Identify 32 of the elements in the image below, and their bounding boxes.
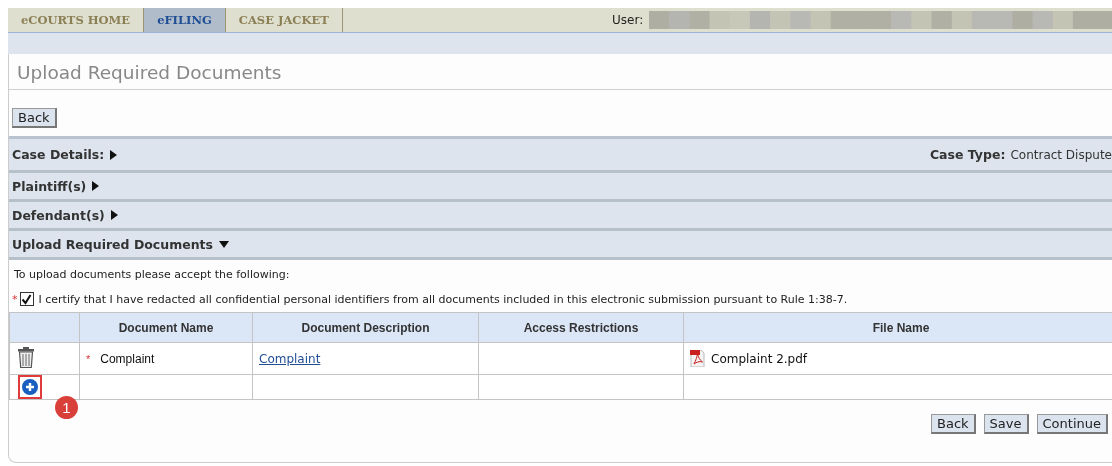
section-title[interactable]: Plaintiff(s) (12, 178, 87, 194)
section-title[interactable]: Case Details: (12, 147, 105, 162)
back-button[interactable]: Back (931, 414, 976, 434)
user-label: User: (612, 13, 644, 27)
description-link[interactable]: Complaint (259, 351, 321, 366)
case-type-label: Case Type: (929, 147, 1006, 162)
collapsed-caret-icon (110, 210, 118, 220)
collapsed-caret-icon (92, 181, 100, 191)
column-header: Document Name (79, 312, 253, 343)
collapsed-caret-icon (110, 149, 118, 160)
callout-badge: 1 (55, 396, 78, 419)
required-mark: * (86, 352, 91, 365)
pdf-file-icon (690, 350, 705, 367)
case-type-value: Contract Dispute (1010, 147, 1112, 162)
back-button[interactable]: Back (12, 108, 57, 128)
document-name: Complaint (100, 351, 155, 366)
certify-checkbox[interactable] (19, 292, 34, 306)
save-button[interactable]: Save (983, 414, 1029, 434)
section-title[interactable]: Upload Required Documents (12, 236, 213, 252)
section-title[interactable]: Defendant(s) (12, 207, 105, 223)
nav-tab[interactable]: eFILING (144, 8, 226, 32)
column-header: File Name (683, 312, 1112, 343)
page-title: Upload Required Documents (9, 54, 1112, 90)
trash-icon[interactable] (18, 346, 34, 368)
expanded-caret-icon (219, 240, 229, 248)
certification-text: I certify that I have redacted all confidential personal identifiers from all documents included in this electronic submission pursuant to Rule 1:38-7. (38, 292, 848, 306)
required-mark: * (12, 292, 18, 306)
column-header: Access Restrictions (478, 312, 684, 343)
file-name: Complaint 2.pdf (711, 351, 808, 366)
instructions-text: To upload documents please accept the following: (13, 267, 291, 283)
column-header: Document Description (252, 312, 479, 343)
continue-button[interactable]: Continue (1036, 414, 1108, 434)
